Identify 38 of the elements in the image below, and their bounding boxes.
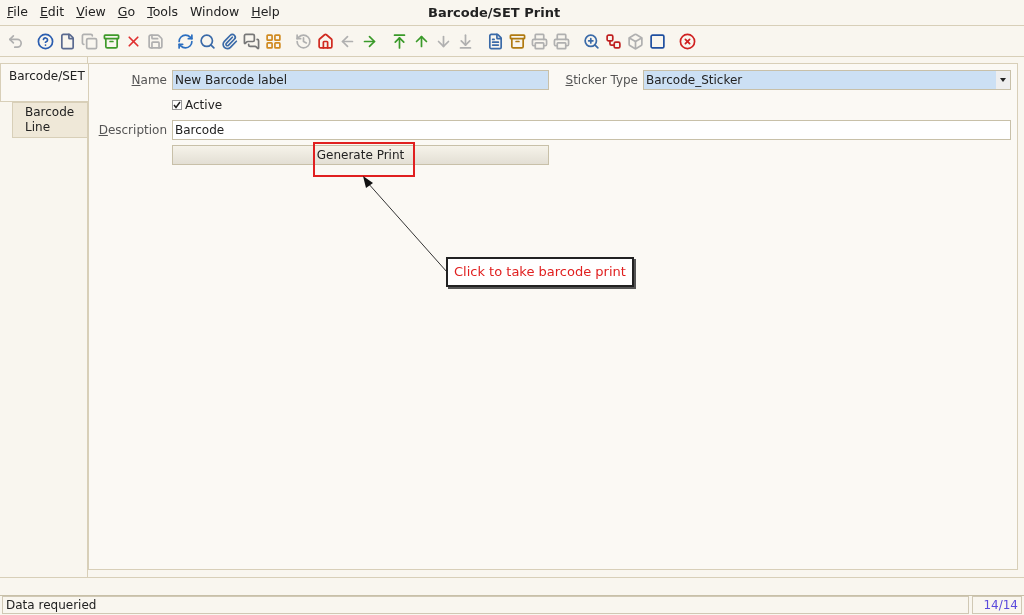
chat-icon[interactable] (243, 32, 260, 50)
home-icon[interactable] (317, 32, 334, 50)
close-icon[interactable] (679, 32, 696, 50)
record-count: 14/14 (972, 596, 1022, 614)
search-icon[interactable] (199, 32, 216, 50)
workflow-icon[interactable] (605, 32, 622, 50)
bin-icon[interactable] (103, 32, 120, 50)
menu-item[interactable]: Window (189, 3, 240, 22)
generate-print-button[interactable]: Generate Print (172, 145, 549, 165)
name-field[interactable]: New Barcode label (172, 70, 549, 90)
tab[interactable]: Barcode/SET (0, 63, 88, 102)
checkbox-label: Active (185, 97, 223, 114)
field-label: Sticker Type (564, 72, 638, 89)
sticker-type-dropdown[interactable]: Barcode_Sticker (643, 70, 1011, 90)
menu-item[interactable]: Go (117, 3, 136, 22)
refresh-icon[interactable] (177, 32, 194, 50)
square-icon[interactable] (649, 32, 666, 50)
document-icon[interactable] (59, 32, 76, 50)
first-record-icon[interactable] (391, 32, 408, 50)
drawer-icon[interactable] (509, 32, 526, 50)
checkbox[interactable] (172, 100, 182, 110)
window-title: Barcode/SET Print (428, 3, 561, 22)
menu-item[interactable]: Edit (39, 3, 65, 22)
tab[interactable]: Barcode Line (12, 102, 88, 138)
menu-item[interactable]: File (7, 3, 28, 22)
grid-icon[interactable] (265, 32, 282, 50)
menu-item[interactable]: Help (251, 3, 280, 22)
help-icon[interactable] (37, 32, 54, 50)
status-message: Data requeried (2, 596, 969, 614)
field-label: Description (97, 122, 167, 139)
zoom-icon[interactable] (583, 32, 600, 50)
field-label: Name (130, 72, 167, 89)
menu-item[interactable]: View (76, 3, 106, 22)
callout-box: Click to take barcode print (446, 257, 634, 287)
menu-item[interactable]: Tools (147, 3, 178, 22)
description-field[interactable]: Barcode (172, 120, 1011, 140)
paperclip-icon[interactable] (221, 32, 238, 50)
report-icon[interactable] (487, 32, 504, 50)
